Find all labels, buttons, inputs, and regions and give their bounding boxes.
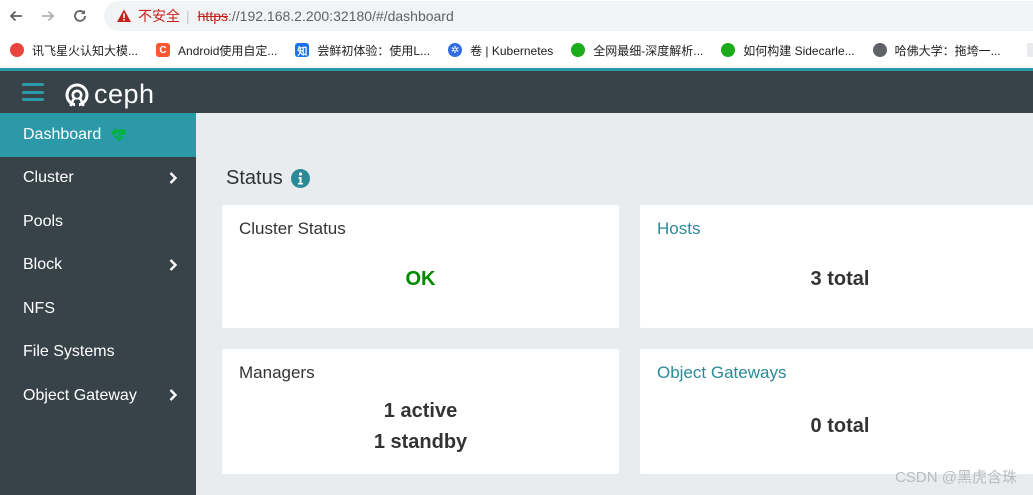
flame-icon	[10, 43, 24, 57]
sidebar-item-label: Dashboard	[23, 125, 102, 143]
card-title: Cluster Status	[239, 219, 346, 238]
url-scheme: https	[197, 8, 228, 24]
bookmark-item[interactable]: ✲ 卷 | Kubernetes	[448, 42, 553, 59]
card-title: Managers	[239, 363, 315, 382]
reload-button[interactable]	[64, 0, 96, 32]
sidebar-item-label: Object Gateway	[23, 386, 137, 404]
reload-icon	[74, 10, 86, 22]
wechat-icon	[571, 43, 586, 57]
arrow-left-icon	[9, 10, 22, 22]
url-text: ://192.168.2.200:32180/#/dashboard	[228, 8, 454, 24]
hosts-link[interactable]: Hosts	[657, 219, 700, 239]
security-label[interactable]: 不安全	[138, 6, 180, 26]
object-gateways-count: 0 total	[810, 415, 870, 437]
kubernetes-icon: ✲	[448, 43, 463, 57]
hosts-count: 3 total	[810, 268, 870, 290]
sidebar-item-label: Block	[23, 256, 63, 274]
bookmark-label: 如何构建 Sidecarle...	[743, 43, 855, 58]
cluster-health-value: OK	[405, 268, 436, 290]
url-separator: |	[186, 8, 190, 24]
sidebar-item-cluster[interactable]: Cluster	[0, 157, 196, 201]
warning-icon	[117, 9, 131, 22]
bookmark-label: 尝鲜初体验：使用L...	[317, 43, 431, 58]
sidebar-item-label: File Systems	[23, 343, 115, 361]
bookmark-label: 哈佛大学：拖垮一...	[894, 43, 1001, 58]
zhihu-icon: 知	[295, 43, 310, 58]
heartbeat-icon	[112, 128, 127, 142]
section-title-text: Status	[226, 167, 283, 189]
ceph-logo[interactable]: ceph	[64, 79, 155, 110]
object-gateways-card: Object Gateways 0 total	[640, 349, 1033, 474]
main-content: Status Cluster Status OK Hosts 3 total M…	[196, 113, 1033, 495]
forward-button[interactable]	[32, 0, 64, 32]
bookmarks-overflow[interactable]	[1027, 43, 1033, 57]
sidebar: Dashboard Cluster Pools Block NFS File S…	[0, 113, 196, 495]
bookmark-item[interactable]: 哈佛大学：拖垮一...	[872, 42, 1001, 59]
bookmark-item[interactable]: 讯飞星火认知大模...	[10, 42, 138, 59]
managers-card: Managers 1 active 1 standby	[222, 349, 619, 474]
bookmark-label: 全网最细-深度解析...	[593, 43, 704, 58]
managers-standby: 1 standby	[373, 431, 468, 453]
sidebar-item-file-systems[interactable]: File Systems	[0, 331, 196, 375]
sidebar-item-object-gateway[interactable]: Object Gateway	[0, 374, 196, 418]
bookmarks-bar: 讯飞星火认知大模... C Android使用自定... 知 尝鲜初体验：使用L…	[0, 32, 1033, 68]
app-header: ceph	[0, 71, 1033, 113]
bookmark-item[interactable]: 知 尝鲜初体验：使用L...	[295, 42, 430, 59]
back-button[interactable]	[0, 0, 32, 32]
sidebar-item-pools[interactable]: Pools	[0, 200, 196, 244]
watermark: CSDN @黑虎含珠	[895, 469, 1017, 486]
chevron-right-icon	[169, 258, 178, 271]
sidebar-item-label: Pools	[23, 212, 64, 230]
ceph-logo-icon	[65, 83, 89, 107]
object-gateways-link[interactable]: Object Gateways	[657, 363, 786, 383]
hosts-card: Hosts 3 total	[640, 205, 1033, 328]
browser-toolbar: 不安全 | https ://192.168.2.200:32180/#/das…	[0, 0, 1033, 32]
menu-toggle-icon[interactable]	[22, 83, 44, 101]
bookmark-label: 卷 | Kubernetes	[470, 43, 554, 58]
chevron-right-icon	[169, 171, 178, 184]
bookmark-label: Android使用自定...	[178, 43, 278, 58]
arrow-right-icon	[42, 10, 55, 22]
wechat-icon	[721, 43, 736, 57]
bookmark-item[interactable]: 如何构建 Sidecarle...	[721, 42, 855, 59]
csdn-icon: C	[156, 43, 171, 57]
cluster-status-card: Cluster Status OK	[222, 205, 619, 328]
bookmark-item[interactable]: C Android使用自定...	[156, 42, 277, 59]
sidebar-item-nfs[interactable]: NFS	[0, 287, 196, 331]
logo-text: ceph	[94, 79, 155, 109]
sidebar-item-dashboard[interactable]: Dashboard	[0, 113, 196, 157]
managers-active: 1 active	[383, 400, 458, 422]
address-bar[interactable]: 不安全 | https ://192.168.2.200:32180/#/das…	[104, 1, 1033, 31]
bookmark-label: 讯飞星火认知大模...	[32, 43, 139, 58]
globe-icon	[872, 43, 887, 57]
bookmark-item[interactable]: 全网最细-深度解析...	[571, 42, 703, 59]
sidebar-item-label: Cluster	[23, 169, 74, 187]
sidebar-item-label: NFS	[23, 299, 55, 317]
sidebar-item-block[interactable]: Block	[0, 244, 196, 288]
section-title: Status	[226, 167, 310, 190]
chevron-right-icon	[169, 389, 178, 401]
info-icon[interactable]	[290, 169, 310, 188]
